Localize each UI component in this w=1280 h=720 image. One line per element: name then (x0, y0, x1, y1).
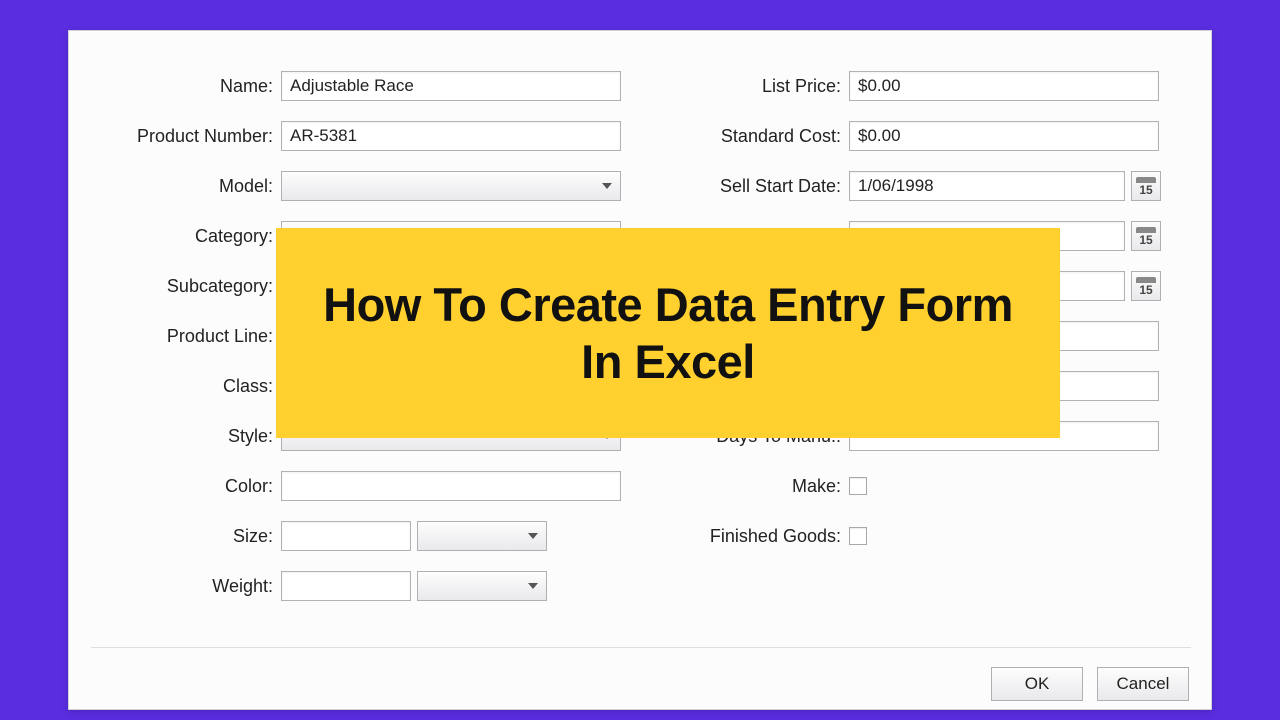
label-product-number: Product Number: (89, 126, 281, 147)
ok-button[interactable]: OK (991, 667, 1083, 701)
size-input[interactable] (281, 521, 411, 551)
button-bar: OK Cancel (991, 657, 1189, 701)
standard-cost-input[interactable] (849, 121, 1159, 151)
row-finished-goods: Finished Goods: (649, 519, 1189, 553)
chevron-down-icon (528, 583, 538, 589)
label-name: Name: (89, 76, 281, 97)
label-finished-goods: Finished Goods: (649, 526, 849, 547)
label-color: Color: (89, 476, 281, 497)
row-weight: Weight: (89, 569, 629, 603)
label-size: Size: (89, 526, 281, 547)
make-checkbox[interactable] (849, 477, 867, 495)
chevron-down-icon (602, 183, 612, 189)
overlay-title: How To Create Data Entry Form In Excel (306, 276, 1030, 391)
row-name: Name: (89, 69, 629, 103)
color-input[interactable] (281, 471, 621, 501)
row-color: Color: (89, 469, 629, 503)
weight-input[interactable] (281, 571, 411, 601)
cancel-button[interactable]: Cancel (1097, 667, 1189, 701)
product-number-input[interactable] (281, 121, 621, 151)
row-product-number: Product Number: (89, 119, 629, 153)
label-list-price: List Price: (649, 76, 849, 97)
label-model: Model: (89, 176, 281, 197)
calendar-icon[interactable]: 15 (1131, 271, 1161, 301)
row-model: Model: (89, 169, 629, 203)
label-category: Category: (89, 226, 281, 247)
size-unit-combo[interactable] (417, 521, 547, 551)
label-class: Class: (89, 376, 281, 397)
label-subcategory: Subcategory: (89, 276, 281, 297)
calendar-icon[interactable]: 15 (1131, 171, 1161, 201)
weight-unit-combo[interactable] (417, 571, 547, 601)
label-make: Make: (649, 476, 849, 497)
label-standard-cost: Standard Cost: (649, 126, 849, 147)
label-product-line: Product Line: (89, 326, 281, 347)
label-style: Style: (89, 426, 281, 447)
label-sell-start-date: Sell Start Date: (649, 176, 849, 197)
title-overlay: How To Create Data Entry Form In Excel (276, 228, 1060, 438)
name-input[interactable] (281, 71, 621, 101)
model-combo[interactable] (281, 171, 621, 201)
sell-start-date-input[interactable] (849, 171, 1125, 201)
row-standard-cost: Standard Cost: (649, 119, 1189, 153)
row-sell-start-date: Sell Start Date: 15 (649, 169, 1189, 203)
row-list-price: List Price: (649, 69, 1189, 103)
chevron-down-icon (528, 533, 538, 539)
label-weight: Weight: (89, 576, 281, 597)
row-make: Make: (649, 469, 1189, 503)
finished-goods-checkbox[interactable] (849, 527, 867, 545)
list-price-input[interactable] (849, 71, 1159, 101)
row-size: Size: (89, 519, 629, 553)
calendar-icon[interactable]: 15 (1131, 221, 1161, 251)
